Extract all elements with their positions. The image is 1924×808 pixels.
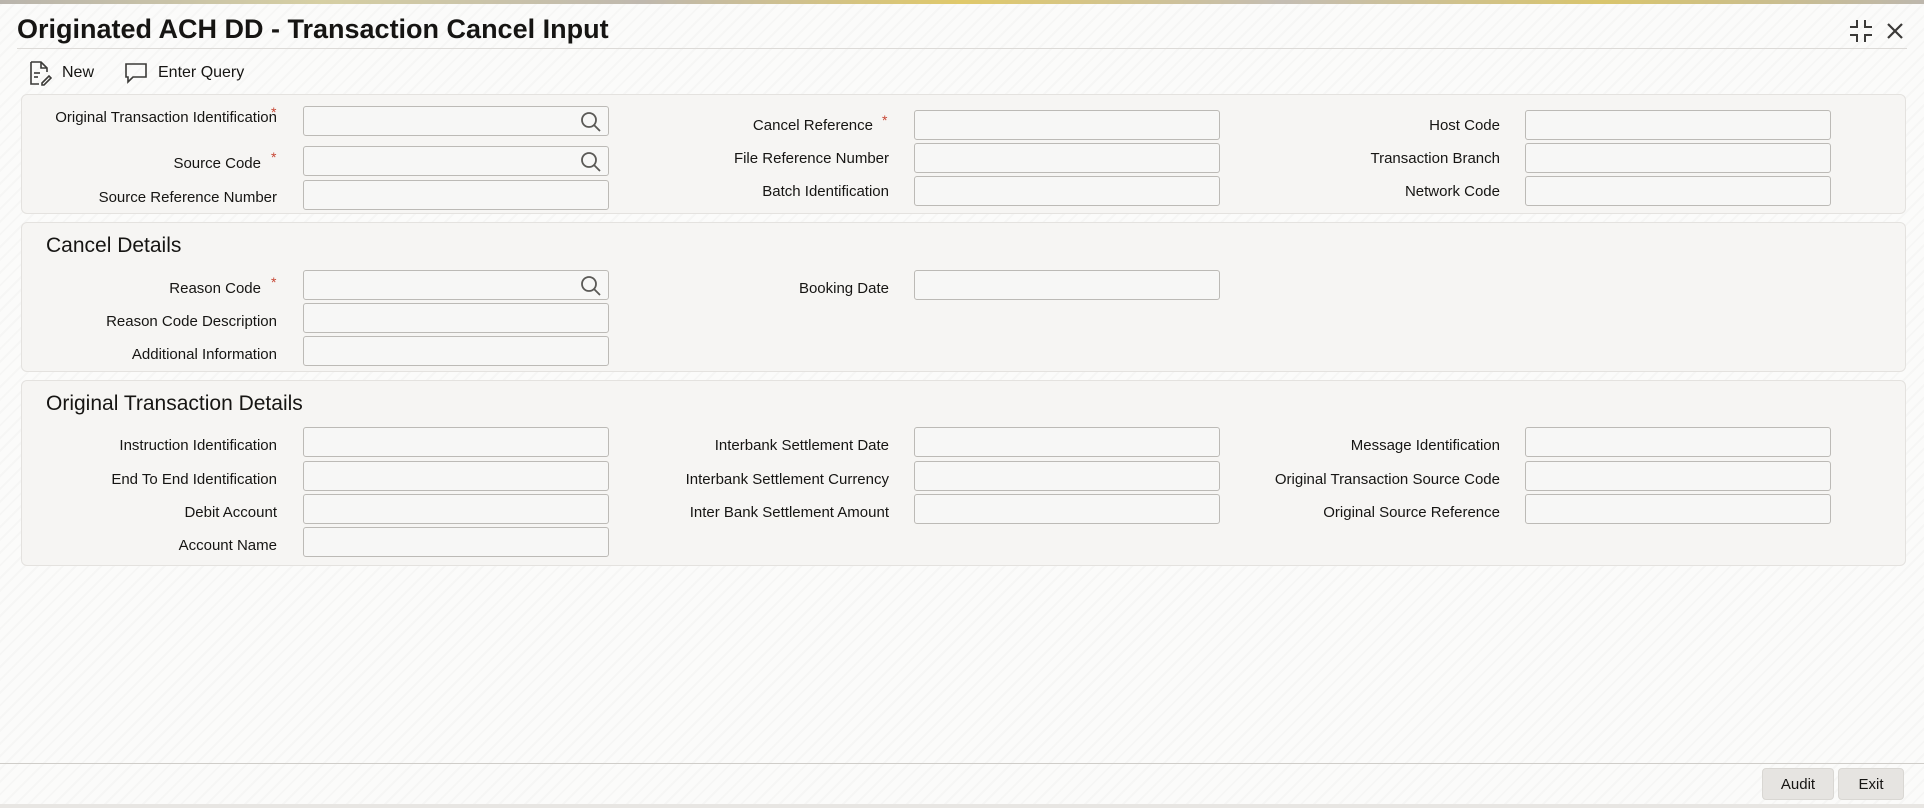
message-identification-label: Message Identification xyxy=(1350,437,1500,454)
search-icon[interactable] xyxy=(580,275,602,297)
end-to-end-identification-field[interactable] xyxy=(303,461,609,491)
inter-bank-settlement-amount-label: Inter Bank Settlement Amount xyxy=(689,504,889,521)
file-reference-number-label: File Reference Number xyxy=(733,150,889,167)
transaction-branch-field[interactable] xyxy=(1525,143,1831,173)
debit-account-input[interactable] xyxy=(304,495,608,523)
additional-information-input[interactable] xyxy=(304,337,608,365)
source-reference-number-field[interactable] xyxy=(303,180,609,210)
source-code-label: Source Code xyxy=(173,155,261,172)
debit-account-label: Debit Account xyxy=(184,504,277,521)
original-transaction-identification-input[interactable] xyxy=(304,107,608,135)
reason-code-label: Reason Code xyxy=(169,280,261,297)
network-code-input[interactable] xyxy=(1526,177,1830,205)
close-icon[interactable] xyxy=(1882,18,1908,44)
page-title: Originated ACH DD - Transaction Cancel I… xyxy=(17,14,609,44)
title-divider xyxy=(17,48,1907,49)
reason-code-description-input[interactable] xyxy=(304,304,608,332)
file-reference-number-field[interactable] xyxy=(914,143,1220,173)
debit-account-field[interactable] xyxy=(303,494,609,524)
interbank-settlement-currency-label: Interbank Settlement Currency xyxy=(685,471,889,488)
instruction-identification-field[interactable] xyxy=(303,427,609,457)
required-marker: * xyxy=(882,112,888,128)
new-button-label: New xyxy=(62,64,95,81)
file-reference-number-input[interactable] xyxy=(915,144,1219,172)
required-marker: * xyxy=(271,104,277,120)
booking-date-field[interactable] xyxy=(914,270,1220,300)
reason-code-description-label: Reason Code Description xyxy=(106,313,277,330)
required-marker: * xyxy=(271,149,277,165)
interbank-settlement-date-input[interactable] xyxy=(915,428,1219,456)
transaction-cancel-window: Originated ACH DD - Transaction Cancel I… xyxy=(0,4,1924,808)
source-code-field[interactable] xyxy=(303,146,609,176)
collapse-icon[interactable] xyxy=(1848,18,1874,44)
inter-bank-settlement-amount-input[interactable] xyxy=(915,495,1219,523)
batch-identification-label: Batch Identification xyxy=(762,183,889,200)
original-source-reference-label: Original Source Reference xyxy=(1323,504,1500,521)
search-icon[interactable] xyxy=(580,111,602,133)
new-document-icon xyxy=(30,61,52,86)
reason-code-input[interactable] xyxy=(304,271,608,299)
transaction-branch-input[interactable] xyxy=(1526,144,1830,172)
batch-identification-field[interactable] xyxy=(914,176,1220,206)
enter-query-label: Enter Query xyxy=(158,64,245,81)
additional-information-field[interactable] xyxy=(303,336,609,366)
source-code-input[interactable] xyxy=(304,147,608,175)
audit-button[interactable]: Audit xyxy=(1762,768,1834,800)
batch-identification-input[interactable] xyxy=(915,177,1219,205)
original-transaction-source-code-field[interactable] xyxy=(1525,461,1831,491)
original-transaction-source-code-input[interactable] xyxy=(1526,462,1830,490)
exit-button[interactable]: Exit xyxy=(1838,768,1904,800)
instruction-identification-label: Instruction Identification xyxy=(119,437,277,454)
account-name-input[interactable] xyxy=(304,528,608,556)
message-identification-input[interactable] xyxy=(1526,428,1830,456)
source-reference-number-label: Source Reference Number xyxy=(98,189,277,206)
window-bottom-border xyxy=(0,804,1924,808)
end-to-end-identification-label: End To End Identification xyxy=(111,471,277,488)
original-transaction-details-title: Original Transaction Details xyxy=(46,392,303,415)
cancel-reference-input[interactable] xyxy=(915,111,1219,139)
reason-code-field[interactable] xyxy=(303,270,609,300)
original-transaction-identification-label: Original Transaction Identification xyxy=(55,109,277,126)
source-reference-number-input[interactable] xyxy=(304,181,608,209)
interbank-settlement-currency-input[interactable] xyxy=(915,462,1219,490)
footer-divider xyxy=(0,763,1924,764)
network-code-label: Network Code xyxy=(1404,183,1500,200)
host-code-label: Host Code xyxy=(1429,117,1500,134)
cancel-reference-label: Cancel Reference xyxy=(752,117,873,134)
network-code-field[interactable] xyxy=(1525,176,1831,206)
chat-bubble-icon xyxy=(125,63,147,84)
additional-information-label: Additional Information xyxy=(131,346,277,363)
interbank-settlement-date-label: Interbank Settlement Date xyxy=(714,437,889,454)
original-transaction-source-code-label: Original Transaction Source Code xyxy=(1274,471,1500,488)
transaction-branch-label: Transaction Branch xyxy=(1370,150,1500,167)
original-transaction-identification-field[interactable] xyxy=(303,106,609,136)
end-to-end-identification-input[interactable] xyxy=(304,462,608,490)
host-code-field[interactable] xyxy=(1525,110,1831,140)
cancel-reference-field[interactable] xyxy=(914,110,1220,140)
required-marker: * xyxy=(271,274,277,290)
interbank-settlement-currency-field[interactable] xyxy=(914,461,1220,491)
account-name-field[interactable] xyxy=(303,527,609,557)
message-identification-field[interactable] xyxy=(1525,427,1831,457)
interbank-settlement-date-field[interactable] xyxy=(914,427,1220,457)
host-code-input[interactable] xyxy=(1526,111,1830,139)
reason-code-description-field[interactable] xyxy=(303,303,609,333)
original-source-reference-field[interactable] xyxy=(1525,494,1831,524)
booking-date-label: Booking Date xyxy=(798,280,889,297)
new-button[interactable]: New xyxy=(28,60,94,86)
account-name-label: Account Name xyxy=(178,537,277,554)
search-icon[interactable] xyxy=(580,151,602,173)
inter-bank-settlement-amount-field[interactable] xyxy=(914,494,1220,524)
cancel-details-title: Cancel Details xyxy=(46,234,182,257)
enter-query-button[interactable]: Enter Query xyxy=(124,60,244,86)
original-source-reference-input[interactable] xyxy=(1526,495,1830,523)
instruction-identification-input[interactable] xyxy=(304,428,608,456)
booking-date-input[interactable] xyxy=(915,271,1219,299)
